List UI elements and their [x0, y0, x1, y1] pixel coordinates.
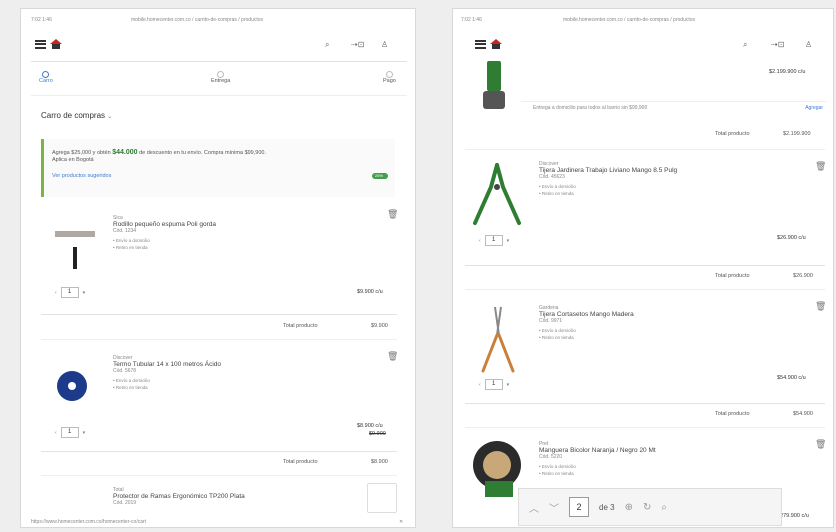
- progress-badge: 25%: [372, 173, 388, 179]
- homecenter-logo-icon[interactable]: [50, 39, 62, 49]
- cart-title: Carro de compras ⌄: [41, 111, 113, 120]
- pdf-toolbar: ︿ ﹀ 2 de 3 ⊕ ↻ ⌕: [518, 488, 782, 526]
- search-icon[interactable]: ⌕: [743, 41, 747, 49]
- chevron-down-icon: ⌄: [107, 114, 113, 120]
- step-entrega[interactable]: Entrega: [211, 71, 230, 84]
- chevron-up-icon[interactable]: ︿: [529, 500, 539, 515]
- product-info: Sica Rodillo pequeño espuma Poli gorda C…: [113, 215, 343, 251]
- unit-price: $26.900 c/u: [777, 235, 806, 241]
- decrease-icon: ‹: [479, 237, 481, 244]
- right-screenshot: 7:02 1:46 mobile.homecenter.com.co / car…: [452, 8, 834, 528]
- trash-icon[interactable]: 🗑: [815, 161, 826, 172]
- header-logo[interactable]: [35, 39, 62, 49]
- product-image-pruner[interactable]: [469, 159, 525, 229]
- recaptcha-badge: [367, 483, 397, 513]
- close-icon[interactable]: ✕: [399, 519, 403, 525]
- unit-price: $54.900 c/u: [777, 375, 806, 381]
- product-image-roller-handle: [73, 247, 77, 269]
- user-icon[interactable]: ♙: [381, 41, 388, 49]
- status-time: 7:02 1:46: [461, 17, 482, 23]
- old-price: $9.900: [369, 431, 386, 437]
- trash-icon[interactable]: 🗑: [815, 439, 826, 450]
- unit-price: $8.900 c/u: [357, 423, 383, 429]
- decrease-icon: ‹: [55, 289, 57, 296]
- product-info: Discover Tijera Jardinera Trabajo Livian…: [539, 161, 769, 197]
- status-url: mobile.homecenter.com.co / carrito-de-co…: [563, 17, 695, 23]
- trash-icon[interactable]: 🗑: [815, 301, 826, 312]
- page-count: de 3: [599, 502, 615, 512]
- step-carro[interactable]: Carro: [39, 71, 53, 84]
- footer-url[interactable]: https://www.homecenter.com.co/homecenter…: [31, 519, 146, 525]
- product-name[interactable]: Protector de Ramas Ergonómico TP200 Plat…: [113, 493, 343, 500]
- increase-icon: ▾: [82, 429, 86, 436]
- status-time: 7:02 1:46: [31, 17, 52, 23]
- product-name[interactable]: Tijera Cortasetos Mango Madera: [539, 311, 769, 318]
- menu-icon[interactable]: [35, 39, 46, 49]
- product-image-roller[interactable]: [55, 231, 95, 237]
- page-number-input[interactable]: 2: [569, 497, 589, 517]
- cart-icon[interactable]: ⇢⊡: [771, 41, 784, 49]
- chevron-down-icon[interactable]: ﹀: [549, 500, 559, 515]
- product-name[interactable]: Tijera Jardinera Trabajo Liviano Mango 8…: [539, 167, 769, 174]
- trash-icon[interactable]: 🗑: [387, 209, 398, 220]
- product-name[interactable]: Rodillo pequeño espuma Poli gorda: [113, 221, 343, 228]
- product-name[interactable]: Termo Tubular 14 x 100 metros Ácido: [113, 361, 343, 368]
- product-image-sprayer-base: [483, 91, 505, 109]
- promo-banner: Agrega $25,000 y obtén $44.000 de descue…: [41, 139, 395, 197]
- suggested-products-link[interactable]: Ver productos sugeridos: [52, 173, 111, 179]
- trash-icon[interactable]: 🗑: [387, 351, 398, 362]
- product-image-disc[interactable]: [57, 371, 87, 401]
- rotate-icon[interactable]: ↻: [643, 502, 651, 513]
- increase-icon: ▾: [506, 381, 510, 388]
- decrease-icon: ‹: [55, 429, 57, 436]
- product-image-hose[interactable]: [473, 441, 521, 497]
- product-info: Pret Manguera Bicolor Naranja / Negro 20…: [539, 441, 769, 477]
- quantity-stepper[interactable]: ‹ 1 ▾: [479, 379, 509, 390]
- product-name[interactable]: Manguera Bicolor Naranja / Negro 20 Mt: [539, 447, 769, 454]
- increase-icon: ▾: [82, 289, 86, 296]
- quantity-stepper[interactable]: ‹ 1 ▾: [55, 427, 85, 438]
- shipping-link[interactable]: Agregar: [805, 105, 823, 111]
- product-info: Gardena Tijera Cortasetos Mango Madera C…: [539, 305, 769, 341]
- cart-icon[interactable]: ⇢⊡: [351, 41, 364, 49]
- product-info: Discover Termo Tubular 14 x 100 metros Á…: [113, 355, 343, 391]
- quantity-stepper[interactable]: ‹ 1 ▾: [479, 235, 509, 246]
- increase-icon: ▾: [506, 237, 510, 244]
- product-image-sprayer[interactable]: [487, 61, 501, 91]
- left-screenshot: 7:02 1:46 mobile.homecenter.com.co / car…: [20, 8, 416, 528]
- step-pago[interactable]: Pago: [383, 71, 396, 84]
- search-icon[interactable]: ⌕: [325, 41, 329, 49]
- zoom-icon[interactable]: ⊕: [625, 502, 633, 513]
- status-url: mobile.homecenter.com.co / carrito-de-co…: [131, 17, 263, 23]
- unit-price: $2.199.900 c/u: [769, 69, 806, 75]
- menu-icon[interactable]: [475, 39, 486, 49]
- unit-price: $9.900 c/u: [357, 289, 383, 295]
- decrease-icon: ‹: [479, 381, 481, 388]
- quantity-stepper[interactable]: ‹ 1 ▾: [55, 287, 85, 298]
- header-logo[interactable]: [475, 39, 502, 49]
- homecenter-logo-icon[interactable]: [490, 39, 502, 49]
- shipping-note: Entrega a domicilio para todos al barrio…: [521, 101, 827, 113]
- search-icon[interactable]: ⌕: [661, 502, 667, 513]
- user-icon[interactable]: ♙: [805, 41, 812, 49]
- product-image-hedge-shears[interactable]: [475, 305, 521, 375]
- product-info: Total Protector de Ramas Ergonómico TP20…: [113, 487, 343, 506]
